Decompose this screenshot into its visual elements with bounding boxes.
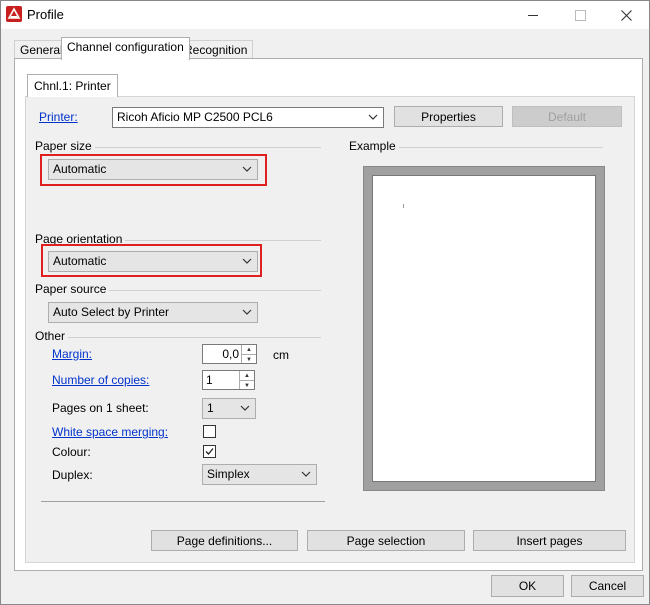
chevron-down-icon xyxy=(242,309,252,315)
copies-stepper[interactable]: 1 ▲ ▼ xyxy=(202,370,255,390)
properties-button[interactable]: Properties xyxy=(394,106,503,127)
chevron-down-icon xyxy=(242,166,252,172)
properties-button-label: Properties xyxy=(421,110,476,124)
chevron-down-icon xyxy=(368,114,378,120)
pages-on-sheet-value: 1 xyxy=(207,401,214,415)
minimize-icon xyxy=(528,14,538,16)
maximize-icon xyxy=(574,9,586,21)
other-label: Other xyxy=(35,329,69,343)
paper-size-select[interactable]: Automatic xyxy=(48,159,258,180)
tab-channel-configuration[interactable]: Channel configuration xyxy=(61,37,190,60)
margin-value: 0,0 xyxy=(222,347,239,361)
colour-label: Colour: xyxy=(52,445,91,459)
duplex-select[interactable]: Simplex xyxy=(202,464,317,485)
printer-settings-panel: Printer: Ricoh Aficio MP C2500 PCL6 Prop… xyxy=(25,96,635,563)
paper-size-value: Automatic xyxy=(53,162,107,176)
maximize-button[interactable] xyxy=(557,1,603,29)
profile-dialog: Profile General Channel configuration Re… xyxy=(0,0,650,605)
paper-source-value: Auto Select by Printer xyxy=(53,305,170,319)
main-tab-strip: General Channel configuration Recognitio… xyxy=(11,37,641,60)
page-selection-label: Page selection xyxy=(346,534,426,548)
checkmark-icon xyxy=(205,448,214,455)
tab-chnl-1-printer[interactable]: Chnl.1: Printer xyxy=(27,74,118,97)
spin-up-icon[interactable]: ▲ xyxy=(240,371,254,381)
printer-label-link[interactable]: Printer: xyxy=(39,110,78,124)
spin-down-icon[interactable]: ▼ xyxy=(240,381,254,390)
paper-source-label: Paper source xyxy=(35,282,110,296)
example-label: Example xyxy=(349,139,399,153)
printer-select-value: Ricoh Aficio MP C2500 PCL6 xyxy=(117,110,273,124)
copies-value: 1 xyxy=(206,373,213,387)
page-definitions-label: Page definitions... xyxy=(176,534,273,548)
copies-label-link[interactable]: Number of copies: xyxy=(52,373,149,387)
chevron-down-icon xyxy=(242,258,252,264)
margin-label-link[interactable]: Margin: xyxy=(52,347,92,361)
ok-button-label: OK xyxy=(518,579,537,593)
insert-pages-label: Insert pages xyxy=(516,534,583,548)
insert-pages-button[interactable]: Insert pages xyxy=(473,530,626,551)
page-orientation-value: Automatic xyxy=(53,254,107,268)
pages-on-sheet-select[interactable]: 1 xyxy=(202,398,256,419)
page-preview-frame xyxy=(363,166,605,491)
margin-stepper[interactable]: 0,0 ▲ ▼ xyxy=(202,344,257,364)
printer-select[interactable]: Ricoh Aficio MP C2500 PCL6 xyxy=(112,107,384,128)
colour-checkbox[interactable] xyxy=(203,445,216,458)
channel-configuration-panel: Chnl.1: Printer Printer: Ricoh Aficio MP… xyxy=(14,58,643,571)
close-button[interactable] xyxy=(603,1,649,29)
paper-source-select[interactable]: Auto Select by Printer xyxy=(48,302,258,323)
page-orientation-select[interactable]: Automatic xyxy=(48,251,258,272)
ok-button[interactable]: OK xyxy=(491,575,564,597)
pages-on-sheet-label: Pages on 1 sheet: xyxy=(52,401,149,415)
bottom-divider xyxy=(41,501,325,502)
page-selection-button[interactable]: Page selection xyxy=(307,530,465,551)
default-button[interactable]: Default xyxy=(512,106,622,127)
duplex-value: Simplex xyxy=(207,467,250,481)
other-divider xyxy=(36,337,321,338)
close-icon xyxy=(620,9,632,21)
window-title: Profile xyxy=(27,7,64,22)
copies-spin-buttons[interactable]: ▲ ▼ xyxy=(239,371,254,389)
spin-down-icon[interactable]: ▼ xyxy=(242,355,256,364)
title-bar[interactable]: Profile xyxy=(1,1,649,29)
cancel-button-label: Cancel xyxy=(588,579,627,593)
spin-up-icon[interactable]: ▲ xyxy=(242,345,256,355)
paper-size-label: Paper size xyxy=(35,139,95,153)
white-space-merging-checkbox[interactable] xyxy=(203,425,216,438)
page-preview xyxy=(372,175,596,482)
cancel-button[interactable]: Cancel xyxy=(571,575,644,597)
chevron-down-icon xyxy=(240,405,250,411)
margin-spin-buttons[interactable]: ▲ ▼ xyxy=(241,345,256,363)
default-button-label: Default xyxy=(547,110,587,124)
minimize-button[interactable] xyxy=(510,1,556,29)
margin-unit: cm xyxy=(273,348,289,362)
preview-content-mark xyxy=(403,204,404,208)
app-logo-icon xyxy=(6,6,22,22)
page-definitions-button[interactable]: Page definitions... xyxy=(151,530,298,551)
chevron-down-icon xyxy=(301,471,311,477)
white-space-merging-label-link[interactable]: White space merging: xyxy=(52,425,168,439)
duplex-label: Duplex: xyxy=(52,468,93,482)
